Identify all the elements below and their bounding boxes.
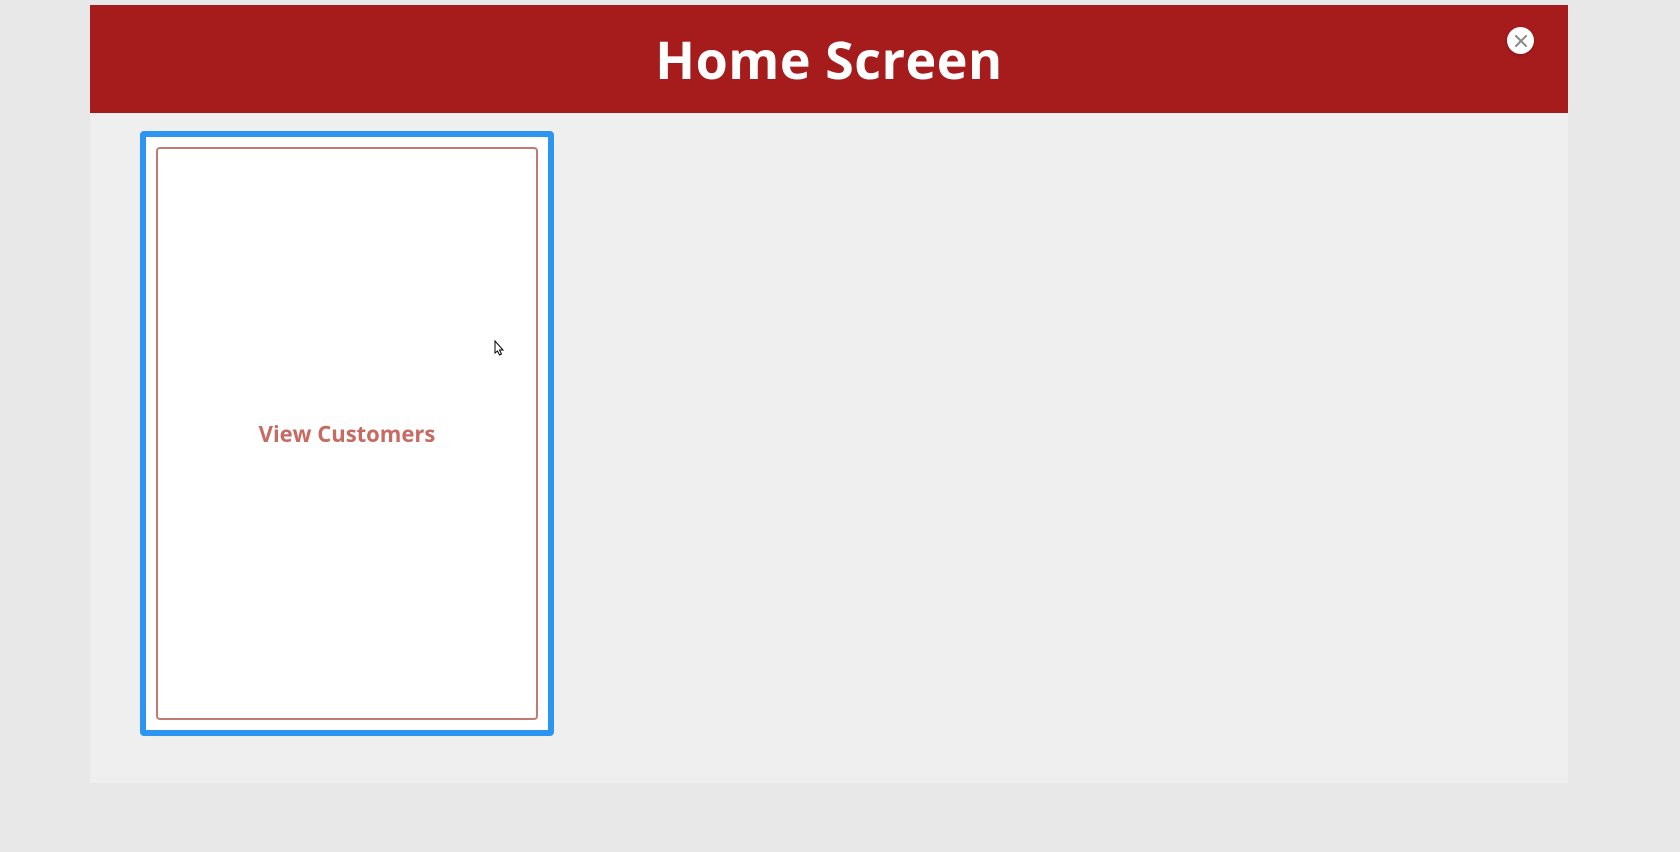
card-inner: View Customers [156, 147, 538, 720]
close-button[interactable] [1507, 27, 1534, 54]
header-bar: Home Screen [90, 5, 1568, 113]
close-icon [1514, 34, 1528, 48]
page-title: Home Screen [655, 24, 1002, 95]
page-container: Home Screen View Customers [90, 5, 1568, 783]
view-customers-card[interactable]: View Customers [140, 131, 554, 736]
card-label: View Customers [259, 419, 436, 449]
content-area: View Customers [90, 113, 1568, 754]
